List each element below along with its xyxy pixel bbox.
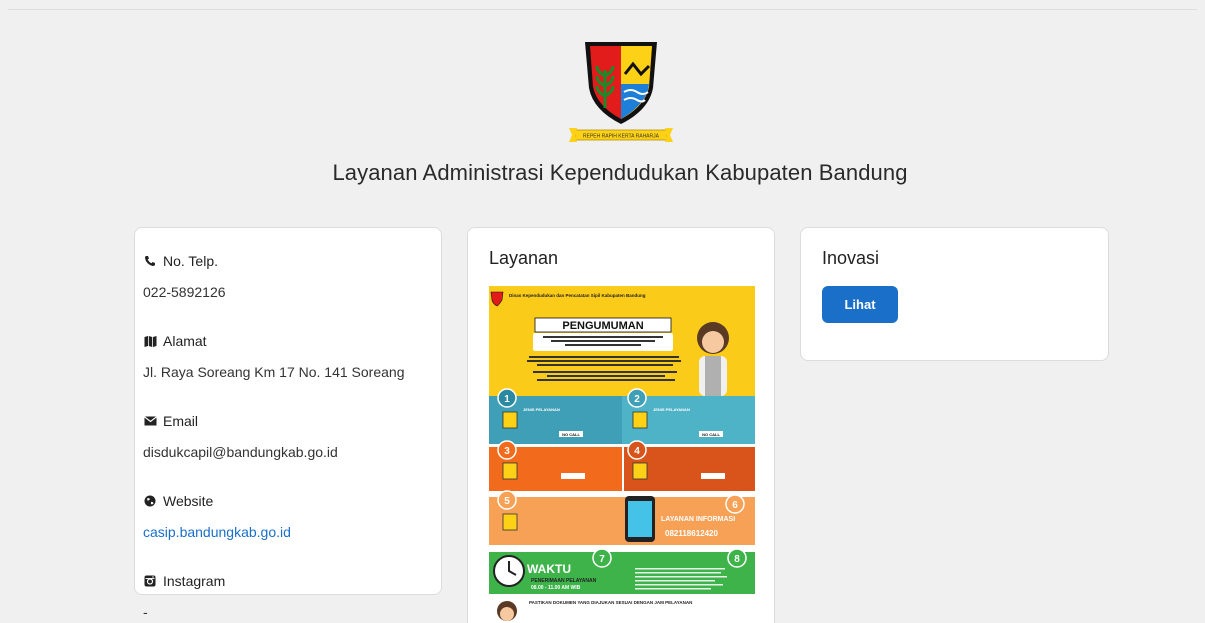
- svg-text:6: 6: [732, 500, 738, 511]
- lihat-button[interactable]: Lihat: [822, 286, 898, 323]
- website-link[interactable]: casip.bandungkab.go.id: [143, 524, 441, 542]
- phone-icon: [143, 254, 157, 268]
- website-info: Website casip.bandungkab.go.id: [143, 492, 441, 542]
- svg-text:8: 8: [734, 554, 740, 565]
- contact-card: No. Telp. 022-5892126 Alamat Jl. Raya So…: [134, 227, 442, 620]
- instagram-icon: [143, 574, 157, 588]
- map-icon: [143, 334, 157, 348]
- email-label: Email: [163, 413, 199, 429]
- email-value: disdukcapil@bandungkab.go.id: [143, 444, 338, 460]
- svg-text:2: 2: [634, 394, 640, 405]
- envelope-icon: [143, 414, 157, 428]
- address-info: Alamat Jl. Raya Soreang Km 17 No. 141 So…: [143, 332, 441, 382]
- layanan-title: Layanan: [489, 248, 559, 268]
- top-divider: [8, 9, 1197, 10]
- globe-icon: [143, 494, 157, 508]
- logo-motto: REPEH RAPIH KERTA RAHARJA: [583, 134, 660, 140]
- svg-text:PASTIKAN DOKUMEN YANG DIAJUKAN: PASTIKAN DOKUMEN YANG DIAJUKAN SESUAI DE…: [529, 600, 692, 605]
- svg-text:082118612420: 082118612420: [665, 529, 719, 538]
- svg-text:JENIS PELAYANAN: JENIS PELAYANAN: [653, 407, 690, 412]
- svg-text:NO CALL: NO CALL: [562, 432, 580, 437]
- phone-label: No. Telp.: [163, 253, 218, 269]
- address-value: Jl. Raya Soreang Km 17 No. 141 Soreang: [143, 364, 405, 380]
- poster-heading: PENGUMUMAN: [562, 320, 643, 332]
- svg-text:LAYANAN INFORMASI: LAYANAN INFORMASI: [661, 516, 735, 523]
- svg-text:7: 7: [599, 554, 605, 565]
- svg-text:3: 3: [504, 446, 510, 457]
- svg-text:1: 1: [504, 394, 510, 405]
- kabupaten-bandung-logo: REPEH RAPIH KERTA RAHARJA: [569, 42, 673, 142]
- inovasi-card: Inovasi Lihat: [800, 227, 1109, 361]
- website-label: Website: [163, 493, 214, 509]
- svg-text:4: 4: [634, 446, 640, 457]
- svg-text:JENIS PELAYANAN: JENIS PELAYANAN: [523, 407, 560, 412]
- inovasi-title: Inovasi: [822, 248, 880, 268]
- layanan-poster[interactable]: Dinas Kependudukan dan Pencatatan Sipil …: [489, 286, 755, 623]
- email-info: Email disdukcapil@bandungkab.go.id: [143, 412, 441, 462]
- address-label: Alamat: [163, 333, 207, 349]
- instagram-value: -: [143, 604, 148, 620]
- poster-org: Dinas Kependudukan dan Pencatatan Sipil …: [509, 293, 646, 298]
- svg-text:08.00 - 11.00 AM WIB: 08.00 - 11.00 AM WIB: [531, 585, 581, 591]
- page-title: Layanan Administrasi Kependudukan Kabupa…: [332, 160, 908, 185]
- svg-text:5: 5: [504, 496, 510, 507]
- svg-text:WAKTU: WAKTU: [527, 562, 571, 576]
- phone-value: 022-5892126: [143, 284, 226, 300]
- phone-info: No. Telp. 022-5892126: [143, 252, 441, 302]
- layanan-card: Layanan Dinas Kependudukan dan Pencatata…: [467, 227, 775, 623]
- svg-text:PENERIMAAN PELAYANAN: PENERIMAAN PELAYANAN: [531, 578, 597, 584]
- svg-text:NO CALL: NO CALL: [702, 432, 720, 437]
- instagram-info: Instagram -: [143, 572, 441, 622]
- instagram-label: Instagram: [163, 573, 226, 589]
